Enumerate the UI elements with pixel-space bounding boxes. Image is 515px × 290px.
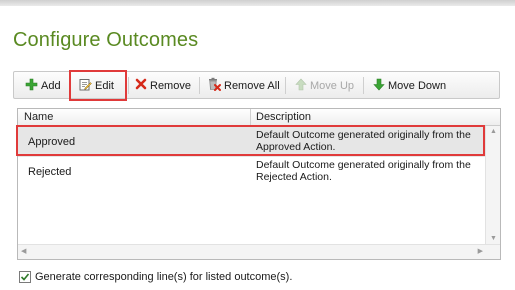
scroll-right-arrow-icon[interactable]: ▶ xyxy=(478,248,483,256)
scroll-down-arrow-icon[interactable]: ▼ xyxy=(490,235,497,243)
arrow-up-icon xyxy=(295,78,307,94)
remove-icon xyxy=(135,78,147,93)
toolbar: Add Edit Remove Remove All Move Up Move … xyxy=(13,71,500,99)
outcomes-grid: Name Description Approved Default Outcom… xyxy=(17,108,501,260)
grid-header: Name Description xyxy=(18,109,500,126)
move-up-button[interactable]: Move Up xyxy=(292,75,357,96)
add-label: Add xyxy=(41,79,61,92)
trash-icon xyxy=(207,77,221,94)
add-icon xyxy=(25,78,38,94)
toolbar-divider xyxy=(285,77,286,94)
toolbar-divider xyxy=(199,77,200,94)
toolbar-divider xyxy=(128,77,129,94)
table-row[interactable]: Rejected Default Outcome generated origi… xyxy=(18,157,485,187)
toolbar-divider xyxy=(363,77,364,94)
outcome-description: Default Outcome generated originally fro… xyxy=(256,159,471,183)
remove-all-label: Remove All xyxy=(224,79,280,92)
vertical-scrollbar[interactable]: ▲ ▼ xyxy=(485,126,500,245)
column-header-description[interactable]: Description xyxy=(256,111,311,123)
edit-button[interactable]: Edit xyxy=(76,75,117,96)
scroll-left-arrow-icon[interactable]: ◀ xyxy=(21,248,26,256)
edit-label: Edit xyxy=(95,79,114,92)
outcome-description: Default Outcome generated originally fro… xyxy=(256,129,471,153)
move-up-label: Move Up xyxy=(310,79,355,92)
column-divider[interactable] xyxy=(250,109,251,125)
top-band xyxy=(0,0,515,6)
remove-button[interactable]: Remove xyxy=(132,75,194,96)
edit-icon xyxy=(79,78,92,94)
arrow-down-icon xyxy=(373,78,385,94)
remove-label: Remove xyxy=(150,79,191,92)
page-title: Configure Outcomes xyxy=(13,29,199,51)
generate-lines-label[interactable]: Generate corresponding line(s) for liste… xyxy=(35,271,292,283)
generate-lines-checkbox[interactable] xyxy=(19,271,31,283)
scroll-up-arrow-icon[interactable]: ▲ xyxy=(490,128,497,136)
checkmark-icon xyxy=(20,273,30,281)
toolbar-divider xyxy=(70,77,71,94)
horizontal-scrollbar[interactable]: ◀ ▶ xyxy=(18,244,500,259)
footer: Generate corresponding line(s) for liste… xyxy=(19,271,292,283)
remove-all-button[interactable]: Remove All xyxy=(204,75,283,96)
outcome-name: Approved xyxy=(28,136,76,148)
add-button[interactable]: Add xyxy=(22,75,64,96)
move-down-button[interactable]: Move Down xyxy=(370,75,449,96)
table-row[interactable]: Approved Default Outcome generated origi… xyxy=(18,127,485,157)
move-down-label: Move Down xyxy=(388,79,447,92)
outcome-name: Rejected xyxy=(28,166,72,178)
column-header-name[interactable]: Name xyxy=(24,111,53,123)
